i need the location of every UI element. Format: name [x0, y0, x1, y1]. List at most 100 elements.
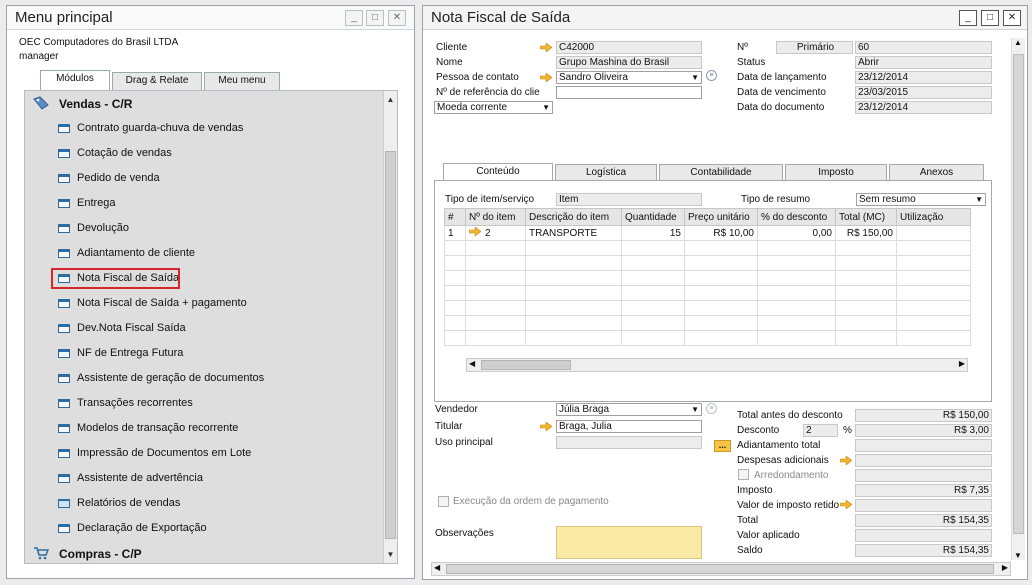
- menu-item[interactable]: Entrega: [25, 191, 397, 216]
- grid-cell-empty[interactable]: [525, 300, 622, 316]
- uso-field[interactable]: [556, 436, 702, 449]
- grid-cell-util[interactable]: [896, 225, 971, 241]
- grid-cell-empty[interactable]: [757, 315, 836, 331]
- empty-row[interactable]: [444, 315, 971, 331]
- grid-cell-disc[interactable]: 0,00: [757, 225, 836, 241]
- grid-cell-empty[interactable]: [684, 315, 758, 331]
- close-icon[interactable]: ✕: [1003, 10, 1021, 26]
- grid-cell-empty[interactable]: [835, 255, 897, 271]
- link-arrow-icon[interactable]: [540, 43, 552, 52]
- desconto-value-field[interactable]: R$ 3,00: [855, 424, 992, 437]
- link-arrow-icon[interactable]: [840, 456, 852, 465]
- grid-cell-empty[interactable]: [444, 270, 466, 286]
- grid-cell-empty[interactable]: [896, 255, 971, 271]
- lanc-field[interactable]: 23/12/2014: [855, 71, 992, 84]
- grid-cell-empty[interactable]: [444, 255, 466, 271]
- window-hscroll-thumb[interactable]: [446, 564, 994, 574]
- link-arrow-icon[interactable]: [540, 73, 552, 82]
- menu-item[interactable]: Pedido de venda: [25, 166, 397, 191]
- grid-cell-empty[interactable]: [525, 285, 622, 301]
- grid-cell-empty[interactable]: [684, 285, 758, 301]
- grid-cell-desc[interactable]: TRANSPORTE: [525, 225, 622, 241]
- scroll-up-icon[interactable]: ▲: [1014, 38, 1022, 47]
- grid-cell-price[interactable]: R$ 10,00: [684, 225, 758, 241]
- grid-cell-empty[interactable]: [465, 240, 526, 256]
- grid-cell-empty[interactable]: [757, 330, 836, 346]
- menu-item[interactable]: Devolução: [25, 216, 397, 241]
- col-header[interactable]: Quantidade: [621, 208, 685, 226]
- grid-cell-empty[interactable]: [621, 285, 685, 301]
- despesas-field[interactable]: [855, 454, 992, 467]
- grid-cell-empty[interactable]: [896, 315, 971, 331]
- grid-cell-empty[interactable]: [896, 285, 971, 301]
- empty-row[interactable]: [444, 300, 971, 316]
- table-row[interactable]: 1 2 TRANSPORTE 15 R$ 10,00 0,00 R$ 150,00: [444, 225, 971, 241]
- grid-cell-empty[interactable]: [444, 330, 466, 346]
- menu-item[interactable]: Modelos de transação recorrente: [25, 416, 397, 441]
- empty-row[interactable]: [444, 240, 971, 256]
- grid-cell-empty[interactable]: [525, 315, 622, 331]
- contato-select[interactable]: Sandro Oliveira ▼: [556, 71, 702, 84]
- grid-cell-empty[interactable]: [684, 240, 758, 256]
- arredondamento-checkbox[interactable]: [738, 469, 749, 480]
- grid-cell-total[interactable]: R$ 150,00: [835, 225, 897, 241]
- arred-field[interactable]: [855, 469, 992, 482]
- scroll-down-icon[interactable]: ▼: [1014, 551, 1022, 560]
- menu-item[interactable]: Transações recorrentes: [25, 391, 397, 416]
- grid-cell-n[interactable]: 1: [444, 225, 466, 241]
- link-arrow-icon[interactable]: [540, 422, 552, 431]
- info-icon[interactable]: ≡: [706, 403, 717, 414]
- grid-cell-empty[interactable]: [621, 330, 685, 346]
- scroll-left-icon[interactable]: ◀: [434, 563, 440, 572]
- tipo-resumo-select[interactable]: Sem resumo ▼: [856, 193, 986, 206]
- close-icon[interactable]: ✕: [388, 10, 406, 26]
- menu-item[interactable]: Declaração de Exportação: [25, 516, 397, 541]
- grid-hscrollbar[interactable]: ◀ ▶: [466, 358, 968, 372]
- minimize-icon[interactable]: _: [959, 10, 977, 26]
- menu-item[interactable]: Adiantamento de cliente: [25, 241, 397, 266]
- grid-cell-empty[interactable]: [621, 240, 685, 256]
- grid-cell-empty[interactable]: [835, 285, 897, 301]
- menu-item[interactable]: Cotação de vendas: [25, 141, 397, 166]
- menu-item[interactable]: Impressão de Documentos em Lote: [25, 441, 397, 466]
- tab-modules[interactable]: Módulos: [40, 70, 110, 90]
- tab-anexos[interactable]: Anexos: [889, 164, 984, 181]
- menu-item[interactable]: Relatórios de vendas: [25, 491, 397, 516]
- docdate-field[interactable]: 23/12/2014: [855, 101, 992, 114]
- tab-drag-relate[interactable]: Drag & Relate: [112, 72, 202, 90]
- window-hscrollbar[interactable]: ◀ ▶: [431, 562, 1011, 576]
- grid-cell-empty[interactable]: [896, 270, 971, 286]
- grid-cell-empty[interactable]: [896, 300, 971, 316]
- grid-cell-empty[interactable]: [684, 300, 758, 316]
- moeda-select[interactable]: Moeda corrente ▼: [434, 101, 553, 114]
- cliente-field[interactable]: C42000: [556, 41, 702, 54]
- grid-cell-empty[interactable]: [835, 300, 897, 316]
- col-header[interactable]: Descrição do item: [525, 208, 622, 226]
- col-header[interactable]: % do desconto: [757, 208, 836, 226]
- adiant-field[interactable]: [855, 439, 992, 452]
- tab-my-menu[interactable]: Meu menu: [204, 72, 280, 90]
- grid-cell-qty[interactable]: 15: [621, 225, 685, 241]
- grid-cell-empty[interactable]: [444, 300, 466, 316]
- exec-checkbox[interactable]: [438, 496, 449, 507]
- menu-item[interactable]: Nota Fiscal de Saída: [25, 266, 397, 291]
- grid-cell-empty[interactable]: [684, 255, 758, 271]
- grid-cell-empty[interactable]: [444, 315, 466, 331]
- grid-cell-empty[interactable]: [465, 270, 526, 286]
- status-field[interactable]: Abrir: [855, 56, 992, 69]
- grid-cell-empty[interactable]: [525, 255, 622, 271]
- menu-item[interactable]: Nota Fiscal de Saída + pagamento: [25, 291, 397, 316]
- col-header[interactable]: Utilização: [896, 208, 971, 226]
- grid-cell-empty[interactable]: [621, 270, 685, 286]
- aplicado-field[interactable]: [855, 529, 992, 542]
- grid-cell-empty[interactable]: [525, 330, 622, 346]
- link-arrow-icon[interactable]: [840, 500, 852, 509]
- grid-cell-empty[interactable]: [684, 330, 758, 346]
- menu-item[interactable]: Dev.Nota Fiscal Saída: [25, 316, 397, 341]
- scroll-up-icon[interactable]: ▲: [384, 93, 397, 106]
- scroll-right-icon[interactable]: ▶: [1002, 563, 1008, 572]
- adiantamento-button[interactable]: ...: [714, 440, 731, 452]
- tab-contabilidade[interactable]: Contabilidade: [659, 164, 783, 181]
- tipo-item-select[interactable]: Item: [556, 193, 702, 206]
- ref-field[interactable]: [556, 86, 702, 99]
